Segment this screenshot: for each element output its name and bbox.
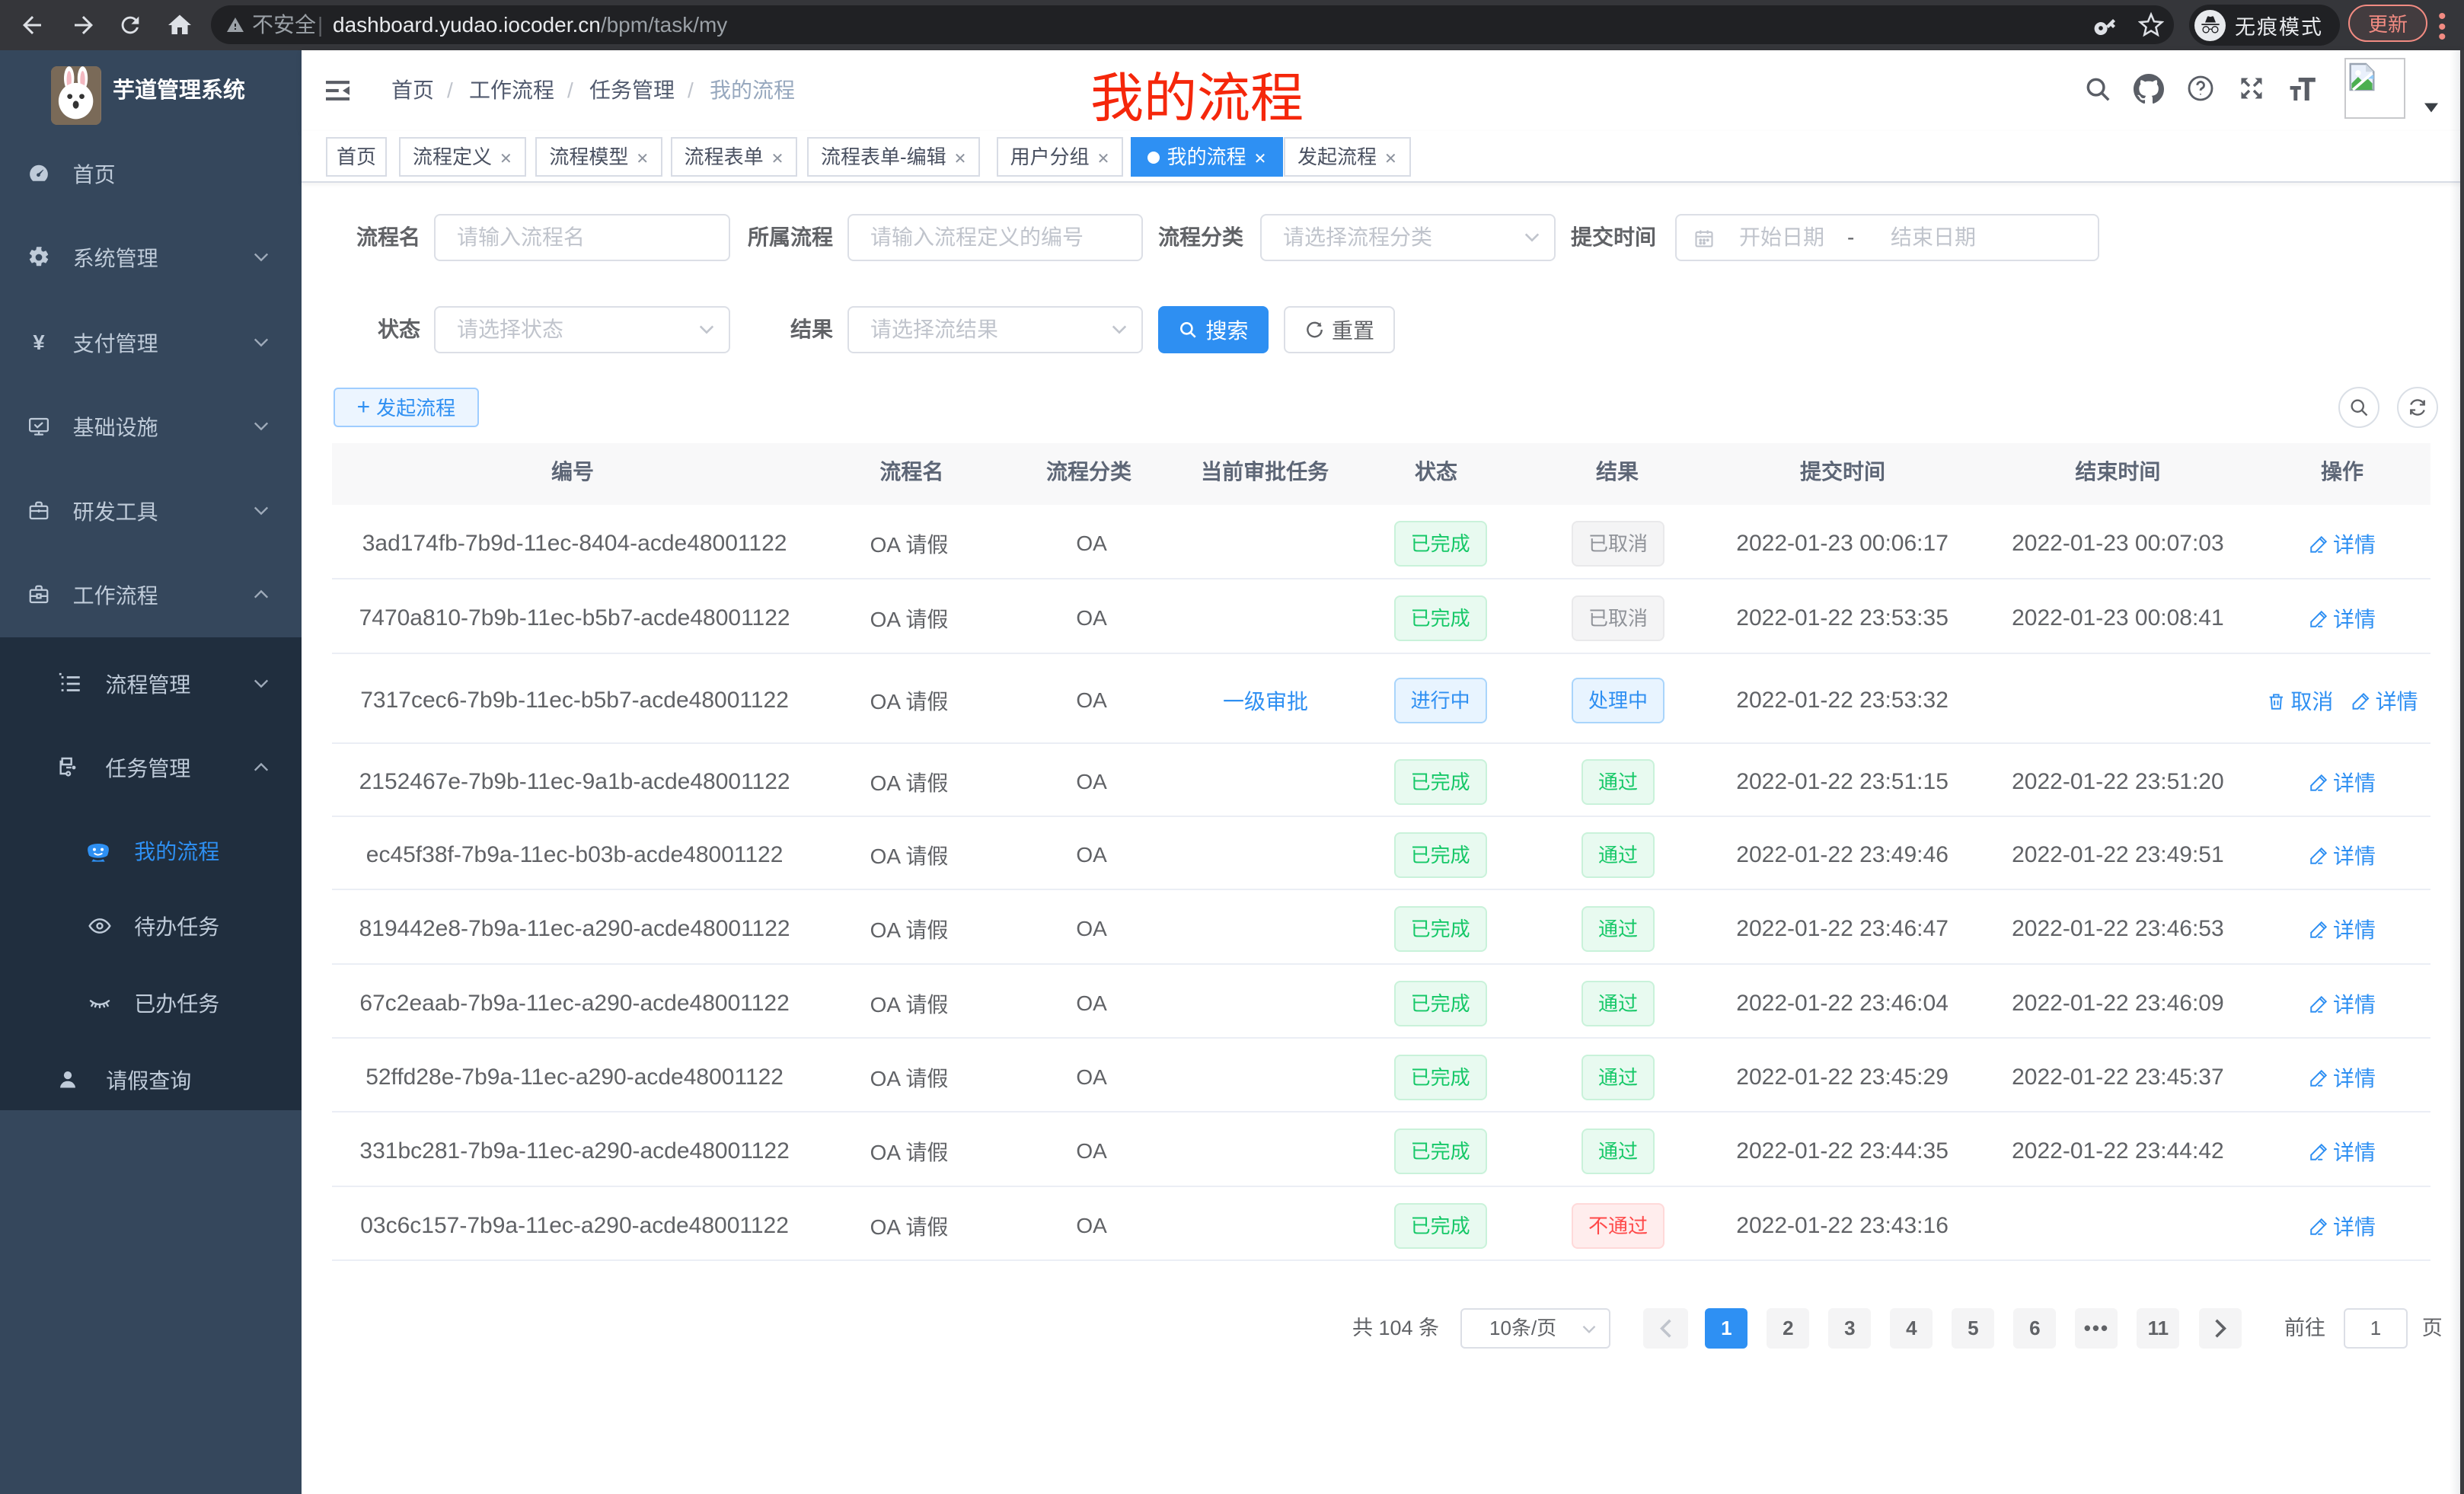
svg-text:¥: ¥: [33, 331, 45, 354]
